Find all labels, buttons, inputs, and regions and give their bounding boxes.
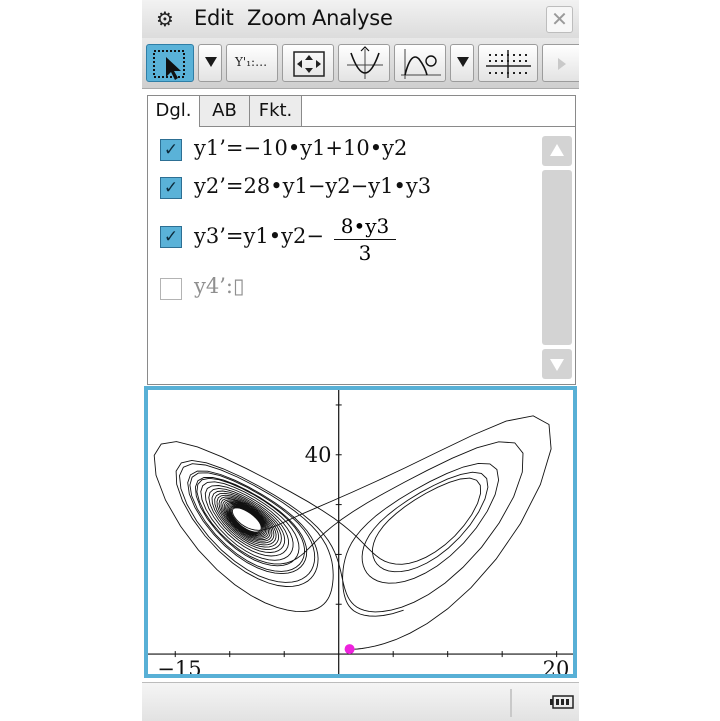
dropdown-icon bbox=[205, 57, 217, 67]
toolbar: Y'₁:… bbox=[142, 38, 579, 89]
trace-button[interactable] bbox=[338, 44, 390, 82]
equation-editor: Dgl. AB Fkt. ✓ y1’=−10•y1+10•y2 ✓ y2’=28… bbox=[147, 95, 576, 385]
scroll-up-button[interactable] bbox=[542, 136, 572, 166]
equation-checkbox-y1[interactable]: ✓ bbox=[160, 139, 182, 161]
tab-dgl[interactable]: Dgl. bbox=[148, 96, 200, 127]
scroll-thumb[interactable] bbox=[542, 170, 572, 345]
trace-icon bbox=[347, 46, 383, 79]
menu-edit[interactable]: Edit bbox=[194, 6, 234, 30]
fraction-denominator: 3 bbox=[358, 241, 372, 265]
fraction-numerator: 8•y3 bbox=[340, 214, 390, 238]
status-bar bbox=[142, 682, 579, 721]
grid-icon bbox=[486, 50, 531, 78]
gear-icon[interactable]: ⚙ bbox=[156, 7, 174, 31]
scroll-down-button[interactable] bbox=[542, 349, 572, 379]
equation-checkbox-y3[interactable]: ✓ bbox=[160, 226, 182, 248]
tab-fkt[interactable]: Fkt. bbox=[250, 96, 302, 126]
battery-full-icon bbox=[550, 695, 574, 709]
y-variable-icon: Y'₁:… bbox=[235, 55, 268, 69]
y-variable-button[interactable]: Y'₁:… bbox=[226, 44, 278, 82]
dropdown-icon bbox=[457, 57, 469, 67]
phase-plot[interactable]: −15 20 40 bbox=[148, 390, 573, 674]
close-icon[interactable]: ✕ bbox=[546, 6, 573, 33]
zoom-box-button[interactable] bbox=[282, 44, 334, 82]
trajectory-curve bbox=[153, 415, 552, 650]
y-tick-label: 40 bbox=[305, 443, 332, 467]
equation-y1[interactable]: y1’=−10•y1+10•y2 bbox=[194, 136, 407, 160]
chevron-down-icon bbox=[550, 359, 564, 371]
editor-tabs: Dgl. AB Fkt. bbox=[148, 96, 575, 127]
menu-zoom[interactable]: Zoom bbox=[247, 6, 307, 30]
select-tool-button[interactable] bbox=[146, 44, 194, 82]
analysis-icon bbox=[401, 49, 441, 79]
toolbar-next-button[interactable] bbox=[542, 44, 579, 82]
equation-y2[interactable]: y2’=28•y1−y2−y1•y3 bbox=[194, 174, 431, 198]
analysis-dropdown-button[interactable] bbox=[450, 44, 474, 82]
menu-analyse[interactable]: Analyse bbox=[312, 6, 393, 30]
equation-checkbox-y4[interactable] bbox=[160, 278, 182, 300]
status-divider bbox=[510, 689, 512, 717]
analysis-button[interactable] bbox=[394, 44, 446, 82]
x-min-label: −15 bbox=[157, 657, 201, 674]
initial-point-marker[interactable] bbox=[344, 644, 355, 655]
menu-bar: ⚙ Edit Zoom Analyse ✕ bbox=[142, 0, 579, 39]
calculator-screen: ⚙ Edit Zoom Analyse ✕ Y'₁:… Dgl. AB Fkt.… bbox=[142, 0, 579, 721]
tool-dropdown-button[interactable] bbox=[198, 44, 222, 82]
equation-y3-fraction: 8•y3 3 bbox=[334, 214, 396, 265]
select-arrow-icon bbox=[153, 50, 185, 80]
grid-button[interactable] bbox=[478, 44, 538, 82]
x-max-label: 20 bbox=[543, 657, 570, 674]
equation-y3[interactable]: y3’=y1•y2− bbox=[194, 224, 324, 248]
tab-ab[interactable]: AB bbox=[200, 96, 250, 126]
next-arrow-icon bbox=[558, 58, 566, 70]
editor-scrollbar[interactable] bbox=[542, 136, 572, 379]
zoom-box-icon bbox=[293, 51, 325, 77]
equation-y4[interactable]: y4’:▯ bbox=[194, 274, 245, 298]
chevron-up-icon bbox=[550, 144, 564, 156]
equation-checkbox-y2[interactable]: ✓ bbox=[160, 177, 182, 199]
graph-window[interactable]: −15 20 40 bbox=[144, 386, 577, 678]
